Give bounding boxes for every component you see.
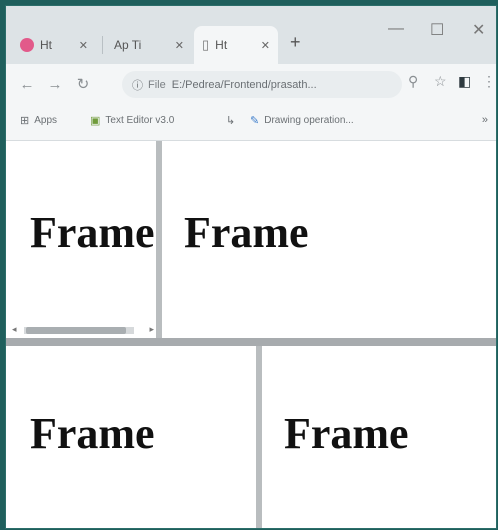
tab-1-label: Ht bbox=[40, 38, 52, 52]
tab-2-label: Ap Ti bbox=[114, 38, 142, 52]
maximize-icon[interactable]: ☐ bbox=[430, 20, 444, 40]
bookmarks-overflow-icon[interactable]: » bbox=[482, 114, 488, 126]
browser-window: Ht ✕ Ap Ti ✕ ▯ Ht ✕ + — ☐ ✕ ← → ↻ ⓘ File… bbox=[6, 6, 496, 528]
new-tab-button[interactable]: + bbox=[290, 32, 301, 53]
scroll-left-icon[interactable]: ◂ bbox=[12, 324, 17, 335]
bookmark-apps[interactable]: ⊞ Apps bbox=[20, 114, 57, 127]
bookmark-label: Text Editor v3.0 bbox=[105, 115, 175, 126]
apps-grid-icon: ⊞ bbox=[20, 115, 30, 127]
bookmark-text-editor[interactable]: ▣ Text Editor v3.0 bbox=[90, 114, 174, 127]
frame-border-horizontal[interactable] bbox=[6, 338, 496, 346]
star-icon[interactable]: ☆ bbox=[434, 73, 447, 90]
minimize-icon[interactable]: — bbox=[388, 20, 404, 38]
close-window-icon[interactable]: ✕ bbox=[472, 20, 485, 40]
close-icon[interactable]: ✕ bbox=[79, 39, 88, 52]
frameset: Frame ◂ ▸ Frame Frame Frame bbox=[6, 141, 496, 528]
zoom-icon[interactable]: ⚲ bbox=[408, 73, 418, 90]
info-icon: ⓘ bbox=[132, 79, 143, 92]
frame-bottom-left: Frame bbox=[6, 346, 256, 528]
bookmark-label: Apps bbox=[34, 115, 58, 126]
tab-strip: Ht ✕ Ap Ti ✕ ▯ Ht ✕ + — ☐ ✕ bbox=[6, 6, 496, 64]
back-arrow-icon[interactable]: ← bbox=[16, 76, 38, 93]
url-text: E:/Pedrea/Frontend/prasath... bbox=[171, 78, 317, 91]
bookmark-arrow[interactable]: ↳ bbox=[226, 114, 240, 127]
frame-heading: Frame bbox=[30, 208, 155, 257]
reload-icon[interactable]: ↻ bbox=[72, 75, 94, 93]
bookmark-drawing[interactable]: ✎ Drawing operation... bbox=[250, 114, 354, 127]
extension-icon[interactable]: ◧ bbox=[458, 73, 471, 90]
tab-1-favicon-icon bbox=[20, 38, 34, 52]
forward-arrow-icon[interactable]: → bbox=[44, 76, 66, 93]
bookmark-arrow-icon: ↳ bbox=[226, 115, 236, 127]
tab-3-active[interactable]: ▯ Ht ✕ bbox=[194, 26, 278, 64]
frame-heading: Frame bbox=[284, 409, 409, 458]
bookmark-label: Drawing operation... bbox=[264, 115, 354, 126]
scroll-right-icon[interactable]: ▸ bbox=[149, 324, 154, 335]
frame-heading: Frame bbox=[184, 208, 309, 257]
menu-dots-icon[interactable]: ⋮ bbox=[482, 73, 496, 90]
url-scheme: File bbox=[148, 78, 166, 91]
frame-top-left: Frame bbox=[6, 141, 156, 338]
horizontal-scrollbar[interactable]: ◂ ▸ bbox=[12, 324, 156, 336]
tab-2[interactable]: Ap Ti ✕ bbox=[106, 26, 192, 64]
close-icon[interactable]: ✕ bbox=[261, 39, 270, 52]
drawing-icon: ✎ bbox=[250, 115, 260, 127]
bookmarks-bar: ⊞ Apps ▣ Text Editor v3.0 ↳ ✎ Drawing op… bbox=[6, 104, 496, 141]
frame-bottom-right: Frame bbox=[262, 346, 496, 528]
frame-top-right: Frame bbox=[162, 141, 496, 338]
tab-separator bbox=[102, 36, 103, 54]
text-editor-icon: ▣ bbox=[90, 115, 101, 127]
tab-3-label: Ht bbox=[215, 38, 228, 52]
address-bar[interactable]: ⓘ File E:/Pedrea/Frontend/prasath... bbox=[122, 71, 402, 98]
toolbar: ← → ↻ ⓘ File E:/Pedrea/Frontend/prasath.… bbox=[6, 64, 496, 104]
close-icon[interactable]: ✕ bbox=[175, 39, 184, 52]
frame-heading: Frame bbox=[30, 409, 155, 458]
document-icon: ▯ bbox=[202, 37, 210, 52]
scrollbar-thumb[interactable] bbox=[26, 327, 126, 334]
tab-1[interactable]: Ht ✕ bbox=[12, 26, 96, 64]
